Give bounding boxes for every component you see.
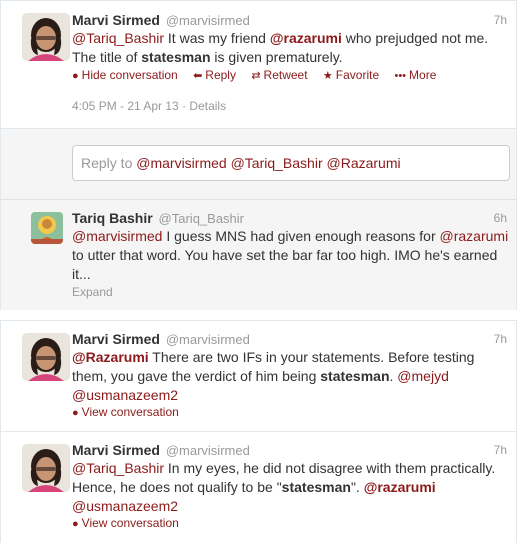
tweet-text: @Tariq_Bashir It was my friend @razarumi…	[72, 29, 512, 67]
author-handle[interactable]: @marvisirmed	[166, 13, 250, 28]
reply-label: Reply	[205, 68, 236, 82]
mention-link[interactable]: @Razarumi	[72, 349, 149, 365]
more-label: More	[409, 68, 437, 82]
avatar[interactable]	[31, 212, 63, 244]
reply-link[interactable]: ⬅ Reply	[193, 68, 236, 82]
tweet-timestamp-row: 4:05 PM - 21 Apr 13 · Details	[72, 99, 226, 113]
tweet-text: @Razarumi There are two IFs in your stat…	[72, 348, 512, 405]
tweet-header: Marvi Sirmed @marvisirmed	[72, 331, 250, 347]
reply-area: Reply to @marvisirmed @Tariq_Bashir @Raz…	[1, 128, 516, 310]
bold-text: statesman	[281, 479, 351, 495]
details-link[interactable]: Details	[189, 99, 226, 113]
view-conversation-link[interactable]: ● View conversation	[72, 405, 179, 419]
star-icon: ★	[322, 70, 333, 82]
author-name[interactable]: Tariq Bashir	[72, 210, 153, 226]
retweet-label: Retweet	[263, 68, 308, 82]
author-name[interactable]: Marvi Sirmed	[72, 12, 160, 28]
avatar[interactable]	[22, 13, 70, 61]
tweet-header: Tariq Bashir @Tariq_Bashir	[72, 210, 244, 226]
expand-link[interactable]: Expand	[72, 285, 113, 299]
main-tweet[interactable]: Marvi Sirmed @marvisirmed 7h @Tariq_Bash…	[1, 1, 516, 128]
reply-tweet[interactable]: Tariq Bashir @Tariq_Bashir 6h @marvisirm…	[1, 200, 516, 310]
tweet-timestamp[interactable]: 4:05 PM - 21 Apr 13	[72, 99, 179, 113]
tweet-card[interactable]: Marvi Sirmed @marvisirmed 7h @Razarumi T…	[0, 320, 517, 543]
bold-text: statesman	[141, 49, 211, 65]
mention-link[interactable]: @razarumi	[440, 228, 509, 244]
tweet[interactable]: Marvi Sirmed @marvisirmed 7h @Razarumi T…	[1, 321, 516, 432]
tweet-time[interactable]: 7h	[494, 332, 507, 346]
retweet-link[interactable]: ⇄ Retweet	[251, 68, 307, 82]
reply-prefix: Reply to	[81, 155, 137, 171]
tweet-actions: ● Hide conversation ⬅ Reply ⇄ Retweet ★ Favo…	[72, 68, 448, 82]
avatar[interactable]	[22, 333, 70, 381]
tweet-header: Marvi Sirmed @marvisirmed	[72, 12, 250, 28]
view-conversation-label: View conversation	[81, 516, 179, 530]
view-conversation-label: View conversation	[81, 405, 179, 419]
tweet-text: @marvisirmed I guess MNS had given enoug…	[72, 227, 512, 284]
more-link[interactable]: ••• More	[394, 68, 436, 82]
mention-link[interactable]: @marvisirmed	[72, 228, 162, 244]
mention-link[interactable]: @Tariq_Bashir	[72, 460, 164, 476]
author-handle[interactable]: @Tariq_Bashir	[159, 211, 244, 226]
reply-arrow-icon: ⬅	[193, 70, 203, 82]
tweet-header: Marvi Sirmed @marvisirmed	[72, 442, 250, 458]
favorite-label: Favorite	[335, 68, 380, 82]
reply-mentions: @marvisirmed @Tariq_Bashir @Razarumi	[136, 155, 401, 171]
favorite-link[interactable]: ★ Favorite	[323, 68, 379, 82]
author-handle[interactable]: @marvisirmed	[166, 443, 250, 458]
view-conversation-link[interactable]: ● View conversation	[72, 516, 179, 530]
avatar[interactable]	[22, 444, 70, 492]
more-dots-icon: •••	[394, 70, 407, 82]
retweet-icon: ⇄	[251, 70, 261, 82]
author-handle[interactable]: @marvisirmed	[166, 332, 250, 347]
bold-text: statesman	[320, 368, 390, 384]
author-name[interactable]: Marvi Sirmed	[72, 442, 160, 458]
hide-conversation-link[interactable]: ● Hide conversation	[72, 68, 178, 82]
tweet-time[interactable]: 7h	[494, 13, 507, 27]
text-segment: to utter that word. You have set the bar…	[72, 247, 498, 282]
text-segment: It was my friend	[164, 30, 270, 46]
text-segment: is given prematurely.	[210, 49, 343, 65]
text-segment: I guess MNS had given enough reasons for	[162, 228, 440, 244]
mention-link[interactable]: @usmanazeem2	[72, 387, 178, 403]
text-segment: ".	[350, 479, 364, 495]
mention-link[interactable]: @razarumi	[270, 30, 342, 46]
tweet-text: @Tariq_Bashir In my eyes, he did not dis…	[72, 459, 512, 516]
chat-bubble-icon: ●	[72, 70, 79, 82]
reply-input[interactable]: Reply to @marvisirmed @Tariq_Bashir @Raz…	[72, 145, 510, 181]
conversation-card: Marvi Sirmed @marvisirmed 7h @Tariq_Bash…	[0, 0, 517, 310]
chat-bubble-icon: ●	[72, 518, 79, 530]
chat-bubble-icon: ●	[72, 407, 79, 419]
tweet-time[interactable]: 7h	[494, 443, 507, 457]
mention-link[interactable]: @mejyd	[397, 368, 449, 384]
mention-link[interactable]: @Tariq_Bashir	[72, 30, 164, 46]
mention-link[interactable]: @usmanazeem2	[72, 498, 178, 514]
tweet-time[interactable]: 6h	[494, 211, 507, 225]
mention-link[interactable]: @razarumi	[364, 479, 436, 495]
author-name[interactable]: Marvi Sirmed	[72, 331, 160, 347]
tweet[interactable]: Marvi Sirmed @marvisirmed 7h @Tariq_Bash…	[1, 432, 516, 543]
hide-conversation-label: Hide conversation	[81, 68, 178, 82]
